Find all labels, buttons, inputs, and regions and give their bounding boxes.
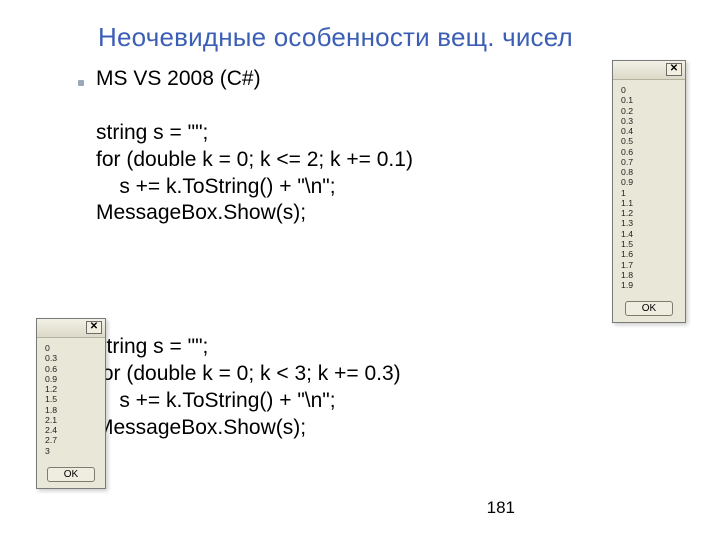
slide-title: Неочевидные особенности вещ. чисел (98, 22, 573, 53)
ok-button[interactable]: OK (47, 467, 95, 482)
ok-button[interactable]: OK (625, 301, 673, 316)
page-number: 181 (487, 498, 515, 518)
messagebox-output-right: 0 0.1 0.2 0.3 0.4 0.5 0.6 0.7 0.8 0.9 1 … (621, 85, 677, 290)
messagebox-titlebar: ✕ (37, 319, 105, 338)
messagebox-output-left: 0 0.3 0.6 0.9 1.2 1.5 1.8 2.1 2.4 2.7 3 (45, 343, 97, 456)
code-block-top: MS VS 2008 (C#) string s = ""; for (doub… (96, 66, 413, 227)
messagebox-right: ✕ 0 0.1 0.2 0.3 0.4 0.5 0.6 0.7 0.8 0.9 … (612, 60, 686, 323)
code-block-bottom: string s = ""; for (double k = 0; k < 3;… (96, 334, 401, 442)
messagebox-left: ✕ 0 0.3 0.6 0.9 1.2 1.5 1.8 2.1 2.4 2.7 … (36, 318, 106, 489)
close-icon[interactable]: ✕ (86, 321, 102, 334)
messagebox-titlebar: ✕ (613, 61, 685, 80)
bullet-marker (78, 80, 84, 86)
close-icon[interactable]: ✕ (666, 63, 682, 76)
